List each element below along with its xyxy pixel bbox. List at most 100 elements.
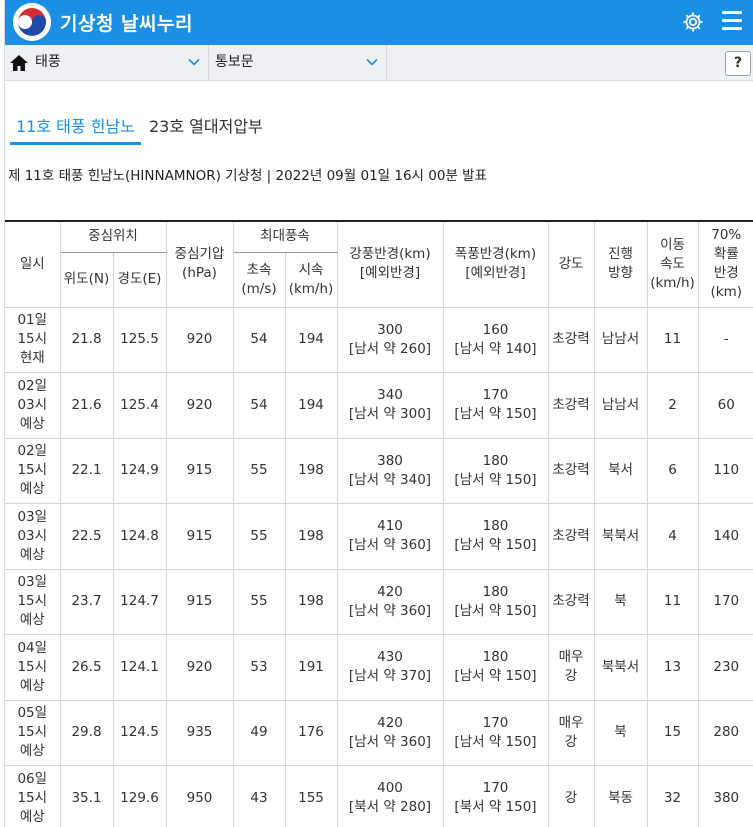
menu-line (722, 11, 742, 14)
cell-intensity: 초강력 (547, 437, 595, 504)
cell-latitude: 29.8 (59, 699, 114, 766)
cell-datetime: 03일 03시 예상 (5, 503, 61, 570)
header-latitude: 위도(N) (60, 251, 114, 308)
cell-intensity: 초강력 (547, 503, 595, 570)
cell-longitude: 124.8 (112, 503, 167, 570)
cell-storm-radius: 180 [남서 약 150] (442, 437, 549, 504)
header-gale-radius: 강풍반경(km) [예외반경] (336, 221, 444, 308)
cell-storm-radius: 170 [남서 약 150] (442, 372, 549, 439)
cell-wind-ms: 54 (232, 306, 286, 373)
app-title[interactable]: 기상청 날씨누리 (60, 9, 193, 36)
cell-direction: 북동 (593, 765, 648, 827)
cell-intensity: 매우 강 (547, 634, 595, 701)
type-dropdown-label: 통보문 (215, 54, 254, 70)
cell-direction: 북 (593, 568, 648, 635)
cell-wind-kmh: 198 (284, 568, 338, 635)
table-row: 04일 15시 예상 26.5 124.1 920 53 191 430 [남서 약 370… (5, 634, 753, 701)
cell-direction: 북북서 (593, 634, 648, 701)
cell-wind-kmh: 194 (284, 306, 338, 373)
cell-speed: 6 (646, 437, 699, 504)
header-max-wind: 최대풍속 (232, 221, 338, 253)
cell-speed: 32 (646, 765, 699, 827)
cell-datetime: 05일 15시 예상 (5, 699, 61, 766)
cell-storm-radius: 170 [북서 약 150] (442, 765, 549, 827)
issue-info: 제 11호 태풍 힌남노(HINNAMNOR) 기상청 | 2022년 09월 … (8, 168, 487, 184)
cell-pressure: 915 (165, 568, 234, 635)
table-row: 01일 15시 현재 21.8 125.5 920 54 194 300 [남서 약 260… (5, 306, 753, 373)
hamburger-menu-icon[interactable] (722, 11, 742, 33)
header-wind-kmh: 시속 (km/h) (284, 251, 337, 308)
home-icon[interactable] (9, 53, 29, 73)
category-dropdown-label: 태풍 (35, 54, 61, 70)
cell-probability-radius: 170 (697, 568, 753, 635)
cell-latitude: 35.1 (59, 765, 114, 827)
forecast-table: 일시 중심위치 중심기압 (hPa) 최대풍속 강풍반경(km) [예외반경] … (5, 220, 753, 827)
cell-wind-kmh: 198 (284, 437, 338, 504)
header-date: 일시 (5, 221, 61, 308)
cell-intensity: 초강력 (547, 568, 595, 635)
cell-datetime: 02일 03시 예상 (5, 372, 61, 439)
cell-speed: 11 (646, 306, 699, 373)
taegeuk-logo-icon[interactable] (13, 3, 51, 41)
cell-pressure: 915 (165, 503, 234, 570)
cell-direction: 북서 (593, 437, 648, 504)
chevron-down-icon (366, 58, 378, 66)
header-probability-radius: 70% 확률 반경 (km) (697, 221, 753, 308)
cell-probability-radius: 230 (697, 634, 753, 701)
cell-direction: 북 (593, 699, 648, 766)
cell-pressure: 920 (165, 372, 234, 439)
cell-probability-radius: - (697, 306, 753, 373)
cell-speed: 11 (646, 568, 699, 635)
menu-line (722, 27, 742, 30)
cell-storm-radius: 180 [남서 약 150] (442, 503, 549, 570)
cell-probability-radius: 380 (697, 765, 753, 827)
cell-gale-radius: 420 [남서 약 360] (336, 568, 444, 635)
cell-storm-radius: 170 [남서 약 150] (442, 699, 549, 766)
gear-icon[interactable] (681, 10, 705, 34)
header-storm-radius: 폭풍반경(km) [예외반경] (442, 221, 549, 308)
cell-speed: 2 (646, 372, 699, 439)
cell-pressure: 920 (165, 634, 234, 701)
cell-latitude: 21.6 (59, 372, 114, 439)
cell-latitude: 26.5 (59, 634, 114, 701)
header-center-position: 중심위치 (59, 221, 167, 253)
cell-longitude: 124.5 (112, 699, 167, 766)
tab-depression-23[interactable]: 23호 열대저압부 (149, 112, 263, 145)
cell-intensity: 강 (547, 765, 595, 827)
tab-typhoon-11[interactable]: 11호 태풍 힌남노 (10, 112, 141, 145)
cell-longitude: 124.9 (112, 437, 167, 504)
cell-datetime: 04일 15시 예상 (5, 634, 61, 701)
cell-direction: 북북서 (593, 503, 648, 570)
type-dropdown[interactable]: 통보문 (209, 45, 387, 80)
cell-wind-ms: 53 (232, 634, 286, 701)
cell-wind-ms: 55 (232, 437, 286, 504)
cell-gale-radius: 410 [남서 약 360] (336, 503, 444, 570)
cell-intensity: 초강력 (547, 372, 595, 439)
cell-datetime: 02일 15시 예상 (5, 437, 61, 504)
table-row: 03일 15시 예상 23.7 124.7 915 55 198 420 [남서 약 360… (5, 568, 753, 635)
table-row: 06일 15시 예상 35.1 129.6 950 43 155 400 [북서 약 280… (5, 765, 753, 827)
cell-gale-radius: 380 [남서 약 340] (336, 437, 444, 504)
app-frame: 기상청 날씨누리 태풍 통보문 ? 11호 태풍 힌남노 23호 열대저압부 제… (4, 0, 753, 827)
cell-longitude: 124.7 (112, 568, 167, 635)
cell-direction: 남남서 (593, 372, 648, 439)
cell-speed: 13 (646, 634, 699, 701)
cell-probability-radius: 110 (697, 437, 753, 504)
cell-longitude: 125.4 (112, 372, 167, 439)
cell-storm-radius: 160 [남서 약 140] (442, 306, 549, 373)
header-direction: 진행 방향 (593, 221, 648, 308)
cell-datetime: 03일 15시 예상 (5, 568, 61, 635)
cell-wind-kmh: 194 (284, 372, 338, 439)
cell-storm-radius: 180 [남서 약 150] (442, 634, 549, 701)
cell-pressure: 950 (165, 765, 234, 827)
cell-probability-radius: 280 (697, 699, 753, 766)
cell-latitude: 22.5 (59, 503, 114, 570)
cell-wind-ms: 54 (232, 372, 286, 439)
help-button[interactable]: ? (725, 51, 751, 76)
cell-storm-radius: 180 [남서 약 150] (442, 568, 549, 635)
cell-intensity: 매우 강 (547, 699, 595, 766)
cell-datetime: 06일 15시 예상 (5, 765, 61, 827)
category-dropdown[interactable]: 태풍 (29, 45, 209, 80)
app-header: 기상청 날씨누리 (5, 0, 753, 45)
cell-probability-radius: 140 (697, 503, 753, 570)
